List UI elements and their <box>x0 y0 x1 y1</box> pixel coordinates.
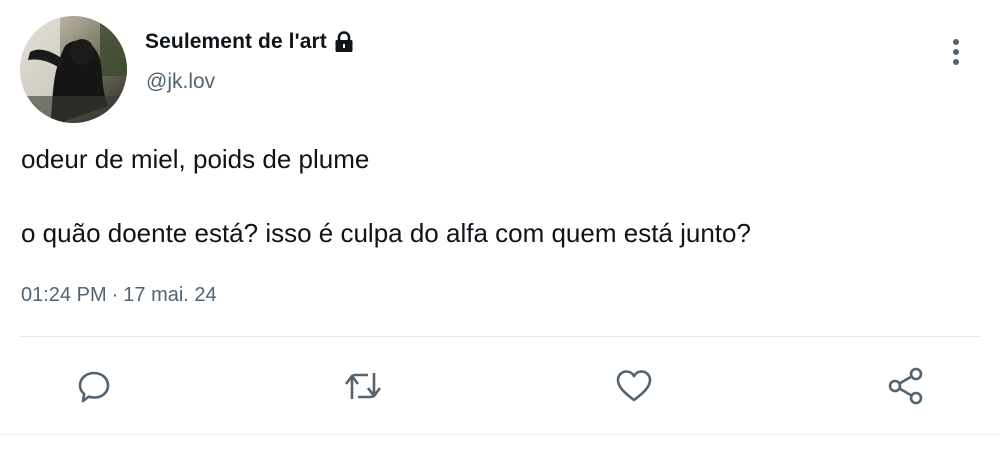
tweet-date: 17 mai. 24 <box>123 284 217 306</box>
tweet-timestamp[interactable]: 01:24 PM · 17 mai. 24 <box>21 284 217 307</box>
like-button[interactable] <box>612 364 656 408</box>
tweet-text-line: o quão doente está? isso é culpa do alfa… <box>21 218 751 248</box>
divider <box>20 336 980 337</box>
reply-button[interactable] <box>72 364 116 408</box>
lock-icon <box>334 31 354 53</box>
tweet-time: 01:24 PM <box>21 284 107 306</box>
display-name[interactable]: Seulement de l'art <box>145 30 327 54</box>
share-button[interactable] <box>884 364 928 408</box>
tweet-text-line: odeur de miel, poids de plume <box>21 144 370 174</box>
display-name-row: Seulement de l'art <box>145 27 354 57</box>
meta-separator: · <box>111 284 119 306</box>
tweet-card: Seulement de l'art @jk.lov odeur de miel… <box>0 0 1000 449</box>
like-icon <box>616 370 652 402</box>
retweet-button[interactable] <box>341 364 385 408</box>
divider <box>0 434 1000 435</box>
share-icon <box>888 367 923 405</box>
more-options-icon[interactable] <box>942 34 970 70</box>
avatar-photo <box>20 16 127 123</box>
avatar[interactable] <box>20 16 127 123</box>
user-handle[interactable]: @jk.lov <box>146 70 215 94</box>
retweet-icon <box>344 373 382 399</box>
reply-icon <box>78 371 110 403</box>
